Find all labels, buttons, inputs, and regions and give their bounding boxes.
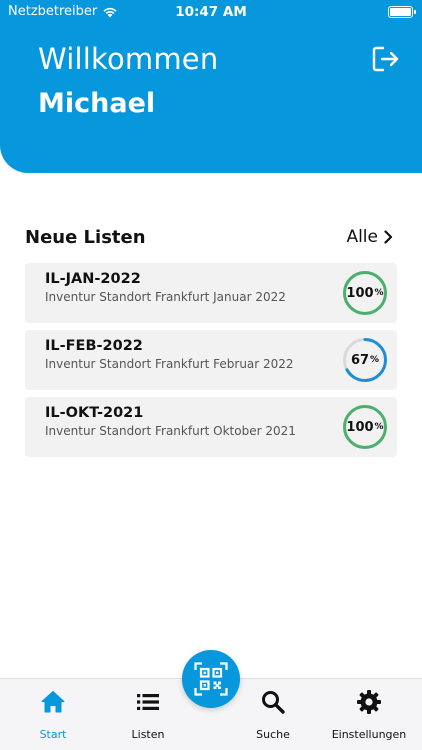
chevron-right-icon [384,230,393,244]
list-description: Inventur Standort Frankfurt Februar 2022 [45,357,294,371]
new-lists: IL-JAN-2022 Inventur Standort Frankfurt … [25,263,397,464]
progress-number: 100 [346,285,374,301]
list-description: Inventur Standort Frankfurt Oktober 2021 [45,424,296,438]
percent-sign: % [374,288,384,298]
qr-scan-icon [194,662,228,696]
search-icon [262,691,285,714]
user-name: Michael [38,88,156,119]
battery-icon [388,6,416,18]
progress-value: 100% [342,404,388,450]
tab-label: Suche [256,728,290,741]
list-code: IL-JAN-2022 [45,271,141,287]
scan-button[interactable] [182,650,240,708]
tab-start[interactable]: Start [8,679,98,750]
list-item[interactable]: IL-OKT-2021 Inventur Standort Frankfurt … [25,397,397,457]
status-bar: Netzbetreiber 10:47 AM [0,0,422,24]
welcome-title: Willkommen [38,42,219,76]
gear-icon [357,690,381,714]
logout-icon[interactable] [372,46,400,72]
tab-label: Listen [131,728,165,741]
tab-label: Start [39,728,67,741]
list-icon [137,694,159,710]
progress-value: 67% [342,337,388,383]
tab-suche[interactable]: Suche [228,679,318,750]
tab-listen[interactable]: Listen [103,679,193,750]
all-lists-label: Alle [346,227,378,247]
status-time: 10:47 AM [175,4,247,20]
progress-number: 100 [346,419,374,435]
section-title: Neue Listen [25,227,146,248]
progress-value: 100% [342,270,388,316]
header: Netzbetreiber 10:47 AM Willkommen Michae… [0,0,422,173]
home-icon [41,691,65,713]
section-header: Neue Listen Alle [25,226,397,252]
progress-ring: 100% [342,270,388,316]
percent-sign: % [374,422,384,432]
progress-ring: 100% [342,404,388,450]
progress-number: 67 [350,352,370,368]
list-description: Inventur Standort Frankfurt Januar 2022 [45,290,286,304]
list-item[interactable]: IL-FEB-2022 Inventur Standort Frankfurt … [25,330,397,390]
list-item[interactable]: IL-JAN-2022 Inventur Standort Frankfurt … [25,263,397,323]
all-lists-link[interactable]: Alle [346,227,393,247]
progress-ring: 67% [342,337,388,383]
percent-sign: % [370,355,380,365]
list-code: IL-OKT-2021 [45,405,144,421]
tab-einstellungen[interactable]: Einstellungen [324,679,414,750]
list-code: IL-FEB-2022 [45,338,143,354]
tab-label: Einstellungen [331,728,407,741]
